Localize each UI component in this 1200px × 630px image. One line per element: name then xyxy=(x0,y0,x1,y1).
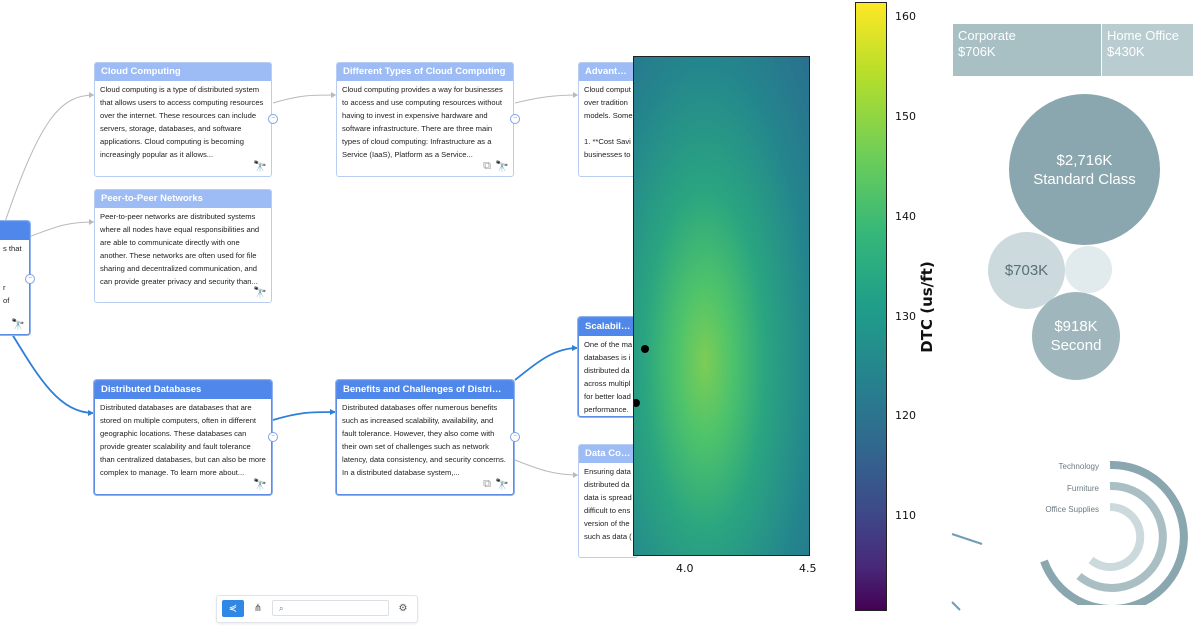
collapse-toggle[interactable]: − xyxy=(268,432,278,442)
telescope-icon[interactable]: 🔭 xyxy=(253,478,267,491)
bubble-same-day[interactable] xyxy=(1065,246,1112,293)
colorbar-tick: 120 xyxy=(895,409,916,422)
colorbar-tick: 160 xyxy=(895,10,916,23)
collapse-toggle[interactable]: − xyxy=(25,274,35,284)
decor-lines xyxy=(951,533,983,611)
settings-gear-icon[interactable]: ⚙ xyxy=(392,600,414,617)
x-tick: 4.0 xyxy=(676,562,694,575)
mindmap-node-scalability[interactable]: Scalability One of the ma databases is id… xyxy=(578,317,638,417)
bubble-label: Standard Class xyxy=(1033,170,1136,188)
treemap-value: $430K xyxy=(1107,44,1145,59)
telescope-icon[interactable]: 🔭 xyxy=(11,318,25,331)
collapse-toggle[interactable]: − xyxy=(268,114,278,124)
mindmap-node-data-consistency[interactable]: Data Consi Ensuring data distributed da da… xyxy=(578,444,638,558)
node-body: Peer-to-peer networks are distributed sy… xyxy=(100,212,260,286)
telescope-icon[interactable]: 🔭 xyxy=(495,478,509,491)
node-body: s that r of xyxy=(3,244,22,305)
treemap-name: Corporate xyxy=(958,28,1016,43)
data-point xyxy=(641,345,649,353)
node-body: Cloud computing provides a way for busin… xyxy=(342,85,503,159)
mindmap-toolbar: ⋞ ⋔ ⌕ ⚙ xyxy=(216,595,418,623)
colorbar-tick: 150 xyxy=(895,110,916,123)
heatmap-plot-area xyxy=(633,56,810,556)
colorbar-tick: 140 xyxy=(895,210,916,223)
node-body: One of the ma databases is i distributed d… xyxy=(584,340,633,414)
node-body: Distributed databases are databases that… xyxy=(100,403,266,477)
telescope-icon[interactable]: 🔭 xyxy=(495,160,509,173)
treemap-name: Home Office xyxy=(1107,28,1180,43)
node-title xyxy=(0,222,29,240)
node-title: Scalability xyxy=(579,318,637,336)
colorbar xyxy=(855,2,887,611)
node-title: Different Types of Cloud Computing xyxy=(337,63,513,81)
treemap-cell-home-office[interactable]: Home Office $430K xyxy=(1102,24,1193,76)
node-title: Advantages xyxy=(579,63,637,81)
node-title: Distributed Databases xyxy=(95,381,271,399)
treemap-value: $706K xyxy=(958,44,996,59)
bubble-label: Second xyxy=(1050,337,1102,354)
mindmap-view-button[interactable]: ⋞ xyxy=(222,600,244,617)
node-body: Cloud comput over tradition models. Some 1.… xyxy=(584,85,633,159)
external-link-icon[interactable]: ⧉ xyxy=(483,160,491,173)
colorbar-tick: 110 xyxy=(895,509,916,522)
radial-bar-chart xyxy=(1040,460,1188,605)
heatmap-field xyxy=(634,57,809,555)
colorbar-label: DTC (us/ft) xyxy=(918,261,936,353)
node-body: Distributed databases offer numerous ben… xyxy=(342,403,506,477)
mindmap-node-distributed-databases[interactable]: Distributed Databases Distributed databa… xyxy=(94,380,272,495)
mindmap-node-p2p[interactable]: Peer-to-Peer Networks Peer-to-peer netwo… xyxy=(94,189,272,303)
mindmap-node-benefits-challenges[interactable]: Benefits and Challenges of Distributed..… xyxy=(336,380,514,495)
bubble-value: $2,716K xyxy=(1056,151,1113,169)
ring-office-supplies[interactable] xyxy=(1088,502,1145,571)
bubble-second-class[interactable]: $918K Second xyxy=(1032,292,1120,380)
node-title: Data Consi xyxy=(579,445,637,463)
collapse-toggle[interactable]: − xyxy=(510,432,520,442)
bubble-value: $703K xyxy=(1004,262,1049,279)
node-body: Ensuring data distributed da data is sprea… xyxy=(584,467,632,541)
node-title: Peer-to-Peer Networks xyxy=(95,190,271,208)
bubble-standard-class[interactable]: $2,716K Standard Class xyxy=(1009,94,1160,245)
mindmap-node-advantages[interactable]: Advantages Cloud comput over tradition mod… xyxy=(578,62,638,177)
treemap-cell-corporate[interactable]: Corporate $706K xyxy=(953,24,1101,76)
ring-furniture[interactable] xyxy=(1076,481,1167,592)
mindmap-node-cloud-computing[interactable]: Cloud Computing Cloud computing is a typ… xyxy=(94,62,272,177)
bubble-value: $918K xyxy=(1054,318,1098,335)
node-title: Benefits and Challenges of Distributed..… xyxy=(337,381,513,399)
search-input[interactable]: ⌕ xyxy=(272,600,389,616)
search-icon: ⌕ xyxy=(279,604,284,613)
tree-view-button[interactable]: ⋔ xyxy=(247,600,269,617)
x-tick: 4.5 xyxy=(799,562,817,575)
node-title: Cloud Computing xyxy=(95,63,271,81)
collapse-toggle[interactable]: − xyxy=(510,114,520,124)
colorbar-tick: 130 xyxy=(895,310,916,323)
telescope-icon[interactable]: 🔭 xyxy=(253,160,267,173)
telescope-icon[interactable]: 🔭 xyxy=(253,286,267,299)
external-link-icon[interactable]: ⧉ xyxy=(483,478,491,491)
node-body: Cloud computing is a type of distributed… xyxy=(100,85,264,159)
mindmap-node-types-of-cloud[interactable]: Different Types of Cloud Computing Cloud… xyxy=(336,62,514,177)
